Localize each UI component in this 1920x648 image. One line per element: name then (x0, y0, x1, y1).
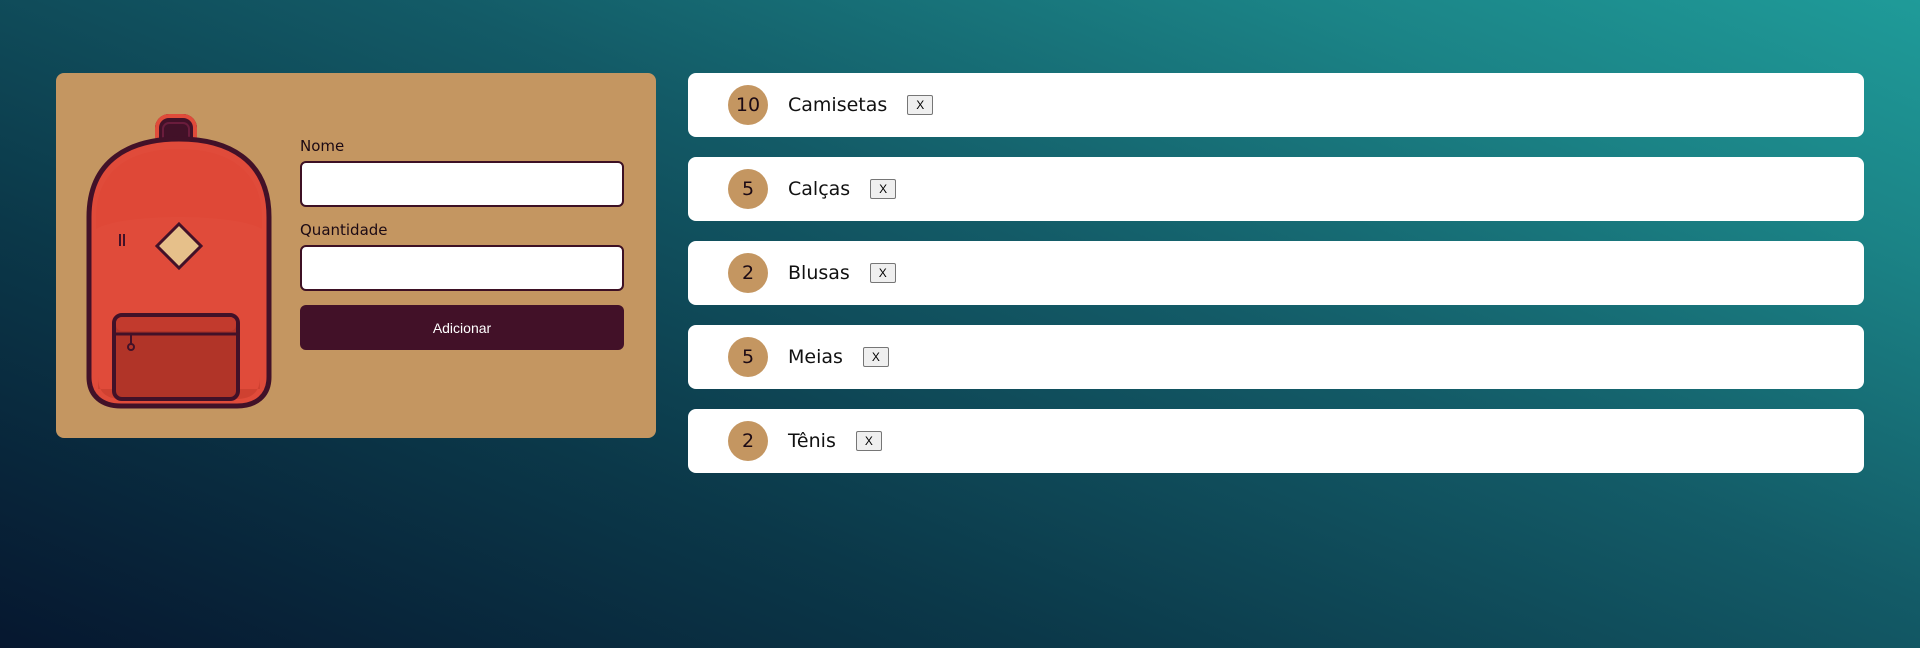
quantity-badge: 10 (728, 85, 768, 125)
list-item: 2 Blusas X (688, 241, 1864, 305)
item-name: Blusas (788, 262, 850, 284)
add-item-form: Nome Quantidade Adicionar (300, 137, 624, 350)
quantity-label: Quantidade (300, 221, 388, 239)
quantity-badge: 2 (728, 253, 768, 293)
list-item: 5 Meias X (688, 325, 1864, 389)
remove-button[interactable]: X (870, 179, 897, 199)
name-label: Nome (300, 137, 345, 155)
add-button[interactable]: Adicionar (300, 305, 624, 350)
item-name: Meias (788, 346, 843, 368)
remove-button[interactable]: X (907, 95, 934, 115)
quantity-input[interactable] (300, 245, 624, 291)
item-name: Tênis (788, 430, 836, 452)
item-name: Camisetas (788, 94, 888, 116)
item-name: Calças (788, 178, 851, 200)
remove-button[interactable]: X (855, 431, 882, 451)
add-item-card: Nome Quantidade Adicionar (56, 73, 656, 438)
item-list: 10 Camisetas X 5 Calças X 2 Blusas X 5 M… (688, 73, 1864, 493)
name-input[interactable] (300, 161, 624, 207)
remove-button[interactable]: X (869, 263, 896, 283)
list-item: 2 Tênis X (688, 409, 1864, 473)
list-item: 10 Camisetas X (688, 73, 1864, 137)
backpack-icon (86, 114, 272, 409)
quantity-badge: 5 (728, 337, 768, 377)
quantity-badge: 5 (728, 169, 768, 209)
quantity-badge: 2 (728, 421, 768, 461)
list-item: 5 Calças X (688, 157, 1864, 221)
remove-button[interactable]: X (862, 347, 889, 367)
